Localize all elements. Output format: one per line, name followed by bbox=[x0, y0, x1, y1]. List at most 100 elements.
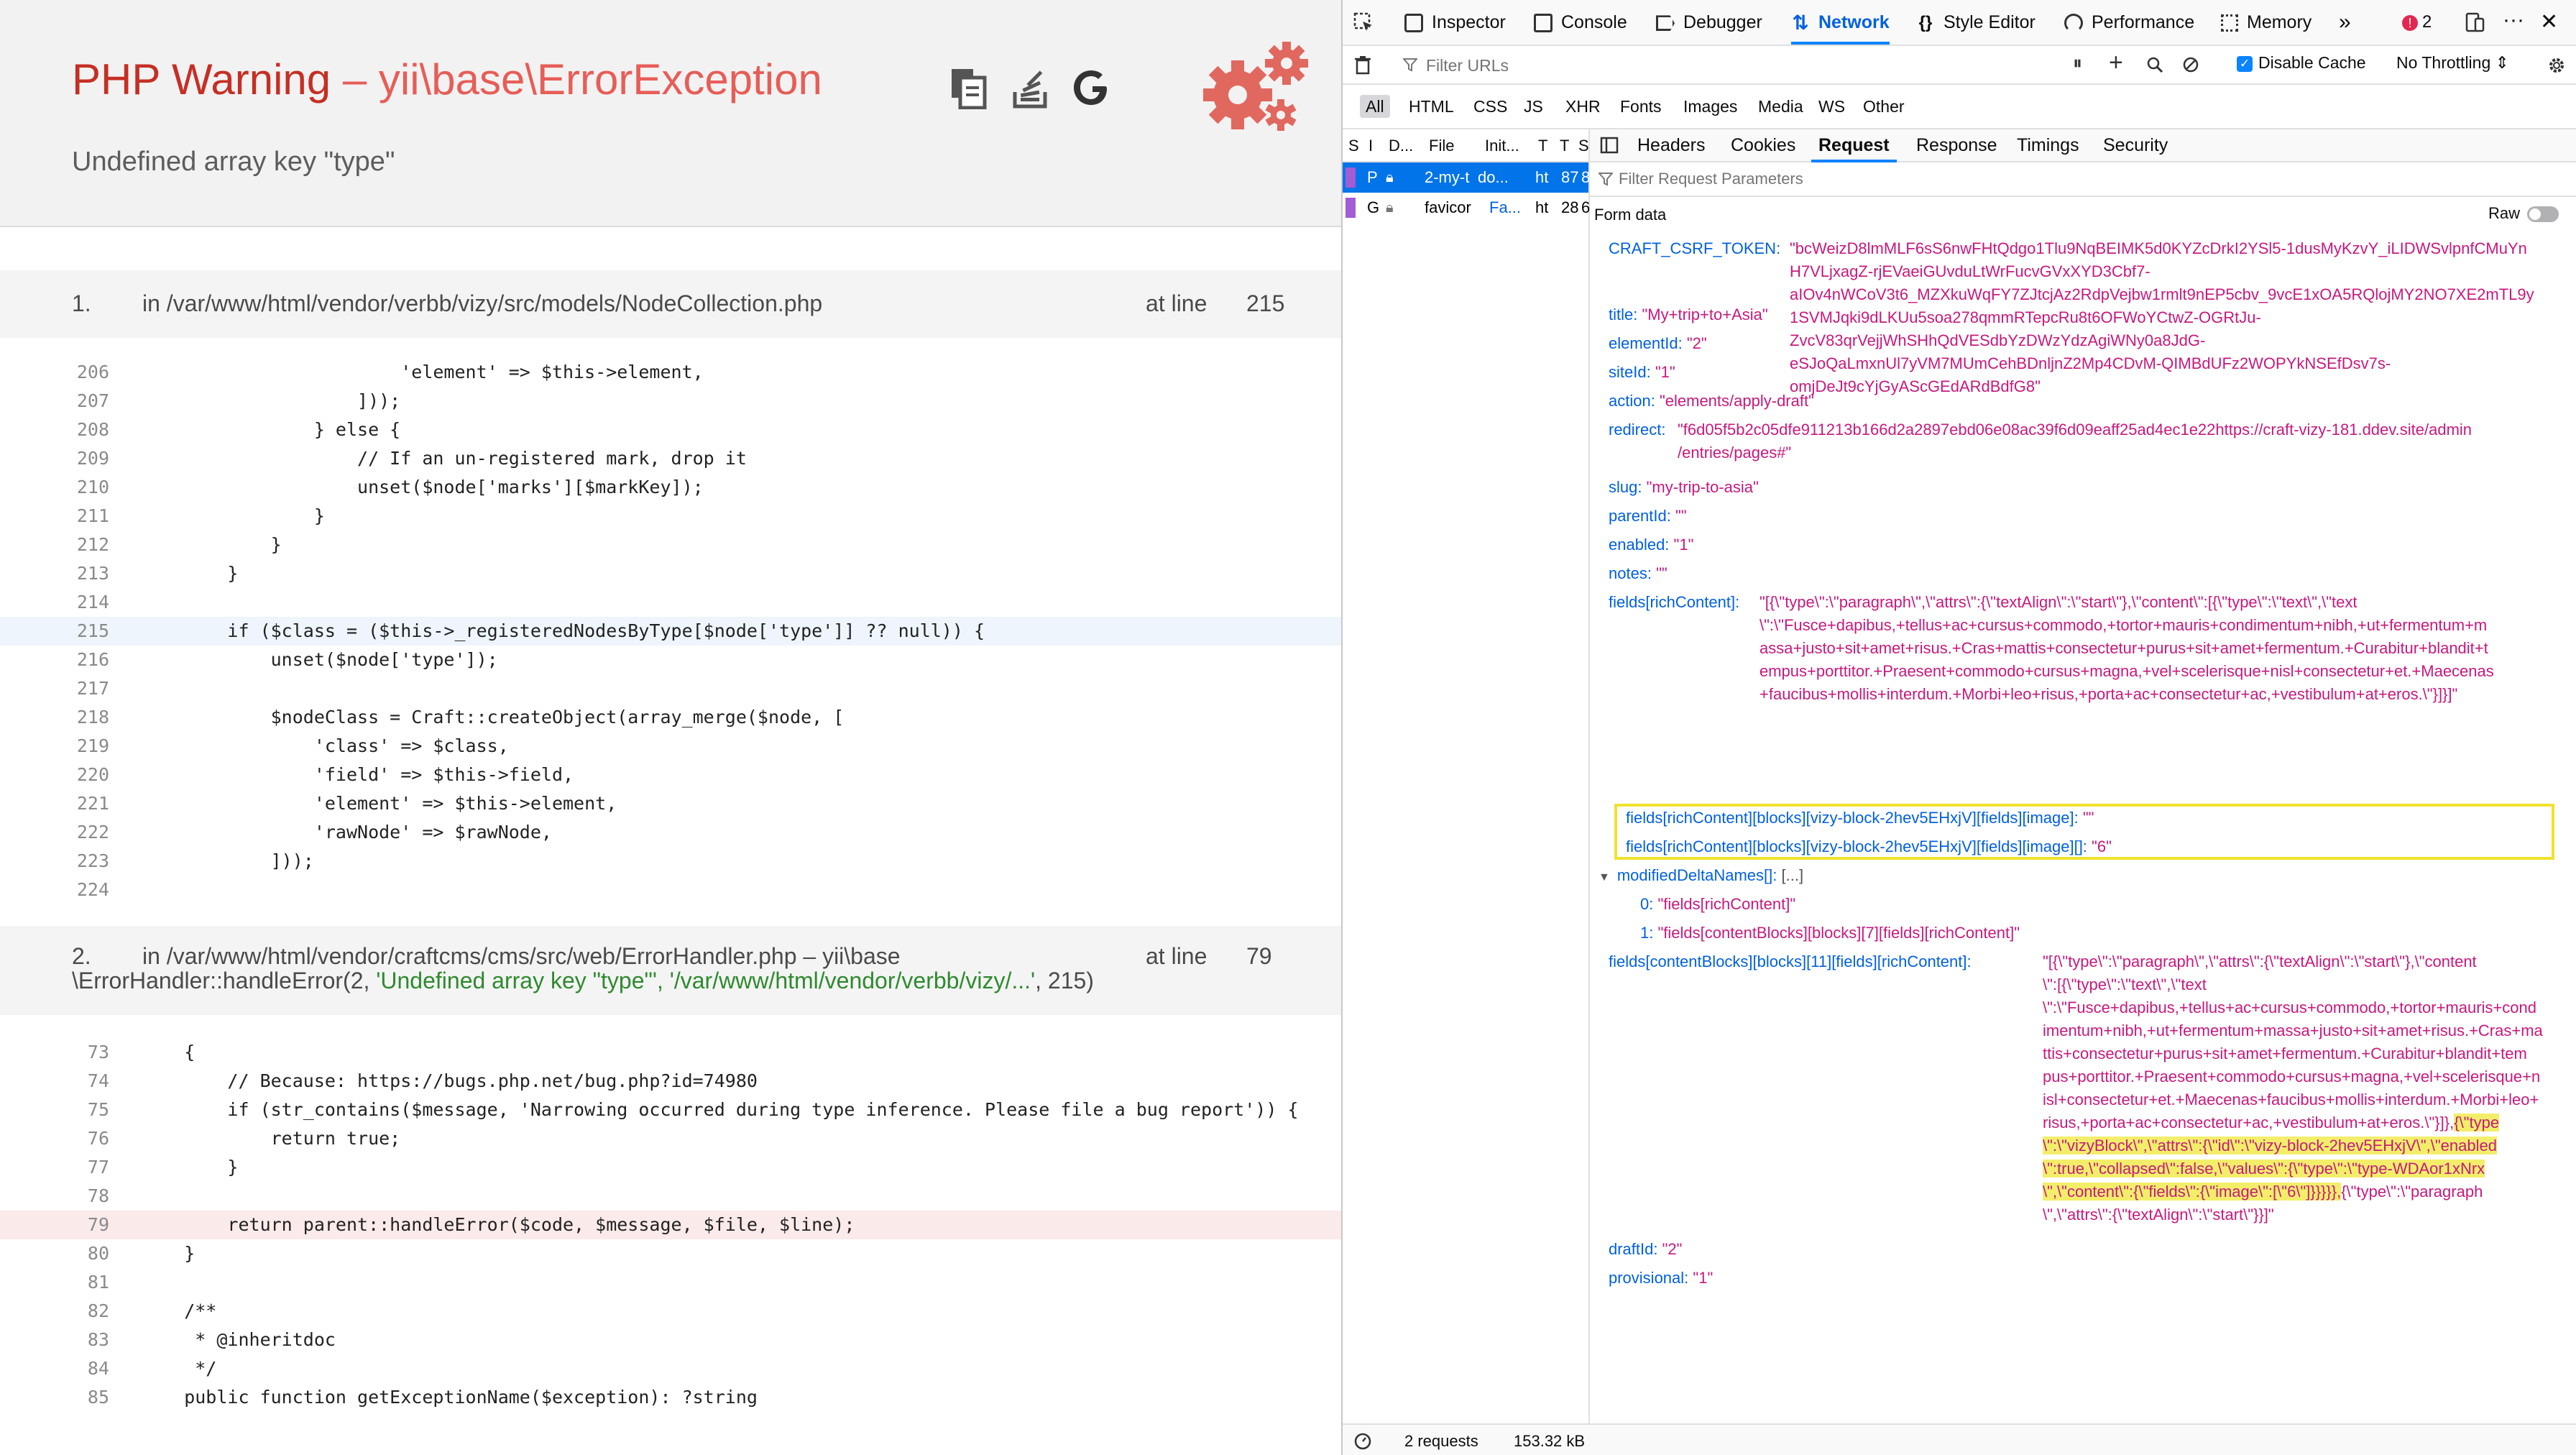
console-icon bbox=[1534, 14, 1552, 33]
col-status[interactable]: S bbox=[1348, 137, 1359, 155]
tab-cookies[interactable]: Cookies bbox=[1731, 129, 1795, 161]
filter-urls-input[interactable] bbox=[1425, 50, 1995, 81]
toggle-sidebar-icon[interactable] bbox=[1600, 137, 1619, 154]
frame-line-number: 79 bbox=[1246, 943, 1272, 969]
filter-all[interactable]: All bbox=[1360, 95, 1390, 118]
line-number: 81 bbox=[87, 1272, 109, 1293]
tab-debugger[interactable]: Debugger bbox=[1656, 0, 1762, 45]
code-line: 78 bbox=[0, 1182, 1341, 1211]
filter-media[interactable]: Media bbox=[1752, 95, 1809, 118]
code-line: 207 ])); bbox=[0, 387, 1341, 416]
request-list: S I D... File Init... T T S P 🔒︎ 2-my-t … bbox=[1343, 129, 1590, 1423]
search-icon[interactable] bbox=[2146, 56, 2163, 73]
close-icon[interactable]: ✕ bbox=[2540, 0, 2558, 45]
filter-html[interactable]: HTML bbox=[1403, 95, 1460, 118]
more-tools-chevron-icon[interactable]: » bbox=[2339, 0, 2351, 45]
tab-memory[interactable]: Memory bbox=[2221, 0, 2312, 45]
gear-icon[interactable] bbox=[2546, 55, 2567, 76]
error-header: PHP Warning – yii\base\ErrorException Un… bbox=[0, 0, 1341, 227]
google-icon[interactable] bbox=[1071, 66, 1114, 109]
source-code: } bbox=[141, 534, 282, 555]
filter-css[interactable]: CSS bbox=[1468, 95, 1513, 118]
timer-icon[interactable] bbox=[1353, 1431, 1373, 1451]
highlighted-text: {\"type bbox=[2454, 1114, 2500, 1132]
tab-performance[interactable]: Performance bbox=[2064, 0, 2194, 45]
source-code: public function getExceptionName($except… bbox=[141, 1387, 758, 1408]
tab-network[interactable]: ⇅ Network bbox=[1791, 0, 1890, 45]
trash-icon[interactable] bbox=[1353, 55, 1373, 75]
filter-request-params-input[interactable] bbox=[1617, 165, 2195, 193]
param-key: CRAFT_CSRF_TOKEN: bbox=[1609, 239, 1781, 257]
col-initiator[interactable]: Init... bbox=[1485, 137, 1519, 155]
devtools-toolbar: Inspector Console Debugger ⇅ Network {} St… bbox=[1343, 0, 2576, 46]
source-code: 'element' => $this->element, bbox=[141, 362, 704, 382]
col-type[interactable]: T bbox=[1538, 137, 1547, 155]
block-icon[interactable] bbox=[2182, 56, 2199, 73]
filter-images[interactable]: Images bbox=[1678, 95, 1743, 118]
tab-style-editor[interactable]: {} Style Editor bbox=[1916, 0, 2036, 45]
param-slug: slug: "my-trip-to-asia" bbox=[1609, 478, 1759, 496]
responsive-design-icon[interactable] bbox=[2464, 12, 2485, 33]
source-code: } else { bbox=[141, 419, 401, 440]
col-icon[interactable]: I bbox=[1368, 137, 1373, 155]
raw-toggle[interactable]: Raw bbox=[2488, 204, 2559, 223]
tab-response[interactable]: Response bbox=[1916, 129, 1997, 161]
code-line: 209 // If an un-registered mark, drop it bbox=[0, 444, 1341, 473]
source-code: // If an un-registered mark, drop it bbox=[141, 448, 747, 469]
line-number: 85 bbox=[87, 1387, 109, 1408]
filter-other[interactable]: Other bbox=[1857, 95, 1910, 118]
pick-element-icon[interactable] bbox=[1353, 12, 1374, 33]
code-line: 221 'element' => $this->element, bbox=[0, 789, 1341, 818]
col-size[interactable]: S bbox=[1578, 137, 1589, 155]
tab-request[interactable]: Request bbox=[1811, 129, 1897, 162]
code-line: 76 return true; bbox=[0, 1124, 1341, 1153]
disable-cache-checkbox[interactable]: ✓ Disable Cache bbox=[2237, 53, 2366, 73]
gears-icon bbox=[1203, 42, 1308, 131]
expand-triangle-icon: ▼ bbox=[1598, 871, 1610, 883]
request-row[interactable]: P 🔒︎ 2-my-t do... ht 87 8 bbox=[1343, 162, 1590, 193]
param-modified-delta-names[interactable]: ▼ modifiedDeltaNames[]: [...] bbox=[1598, 864, 1803, 889]
tab-security[interactable]: Security bbox=[2103, 129, 2168, 161]
stackoverflow-icon[interactable] bbox=[1009, 66, 1052, 109]
tab-inspector[interactable]: Inspector bbox=[1404, 0, 1506, 45]
filter-js[interactable]: JS bbox=[1518, 95, 1549, 118]
col-file[interactable]: File bbox=[1429, 137, 1454, 155]
highlighted-text: \",\"content\":{\"fields\":{\"image\":[\… bbox=[2043, 1183, 2342, 1201]
error-count-badge[interactable]: ! 2 bbox=[2402, 0, 2432, 45]
stack-frame-1-header[interactable]: 1. in /var/www/html/vendor/verbb/vizy/sr… bbox=[0, 270, 1341, 338]
stack-frame-2-header[interactable]: 2. in /var/www/html/vendor/craftcms/cms/… bbox=[0, 926, 1341, 1015]
status-indicator bbox=[1346, 198, 1356, 218]
request-row[interactable]: G 🔒︎ favicor Fa... ht 28 6 bbox=[1343, 193, 1590, 223]
pause-icon[interactable]: ⏸ bbox=[2073, 52, 2082, 75]
line-number: 221 bbox=[76, 793, 109, 814]
line-number: 214 bbox=[76, 592, 109, 612]
col-domain[interactable]: D... bbox=[1389, 137, 1413, 155]
col-transferred[interactable]: T bbox=[1560, 137, 1569, 155]
more-options-icon[interactable]: ··· bbox=[2503, 0, 2524, 45]
line-number: 224 bbox=[76, 879, 109, 900]
source-code: // Because: https://bugs.php.net/bug.php… bbox=[141, 1070, 758, 1091]
value-line: "[{\"type\":\"paragraph\",\"attrs\":{\"t… bbox=[1760, 593, 2358, 611]
error-class: yii\base\ErrorException bbox=[378, 55, 822, 104]
code-line: 208 } else { bbox=[0, 416, 1341, 444]
filter-fonts[interactable]: Fonts bbox=[1614, 95, 1668, 118]
add-icon[interactable]: + bbox=[2109, 49, 2123, 77]
param-notes: notes: "" bbox=[1609, 564, 1668, 582]
request-transferred: 28 bbox=[1561, 198, 1579, 216]
source-code: return true; bbox=[141, 1128, 401, 1149]
line-number: 75 bbox=[87, 1099, 109, 1120]
line-number: 223 bbox=[76, 850, 109, 871]
throttling-select[interactable]: No Throttling ⇕ bbox=[2396, 53, 2509, 73]
param-modified-0: 0: "fields[richContent]" bbox=[1640, 895, 1796, 913]
value-line: imentum+nibh,+ut+fermentum+massa+justo+s… bbox=[2043, 1022, 2543, 1039]
value-line: isl+consectetur+et.+Maecenas+faucibus+mo… bbox=[2043, 1091, 2539, 1109]
tab-console[interactable]: Console bbox=[1534, 0, 1627, 45]
line-number: 74 bbox=[87, 1070, 109, 1091]
tab-timings[interactable]: Timings bbox=[2017, 129, 2079, 161]
request-file: favicor bbox=[1425, 198, 1471, 216]
copy-icon[interactable] bbox=[947, 66, 990, 109]
value-line: pus+porttitor.+Praesent+commodo+cursus+m… bbox=[2043, 1068, 2541, 1085]
filter-ws[interactable]: WS bbox=[1813, 95, 1851, 118]
filter-xhr[interactable]: XHR bbox=[1560, 95, 1606, 118]
tab-headers[interactable]: Headers bbox=[1637, 129, 1706, 161]
